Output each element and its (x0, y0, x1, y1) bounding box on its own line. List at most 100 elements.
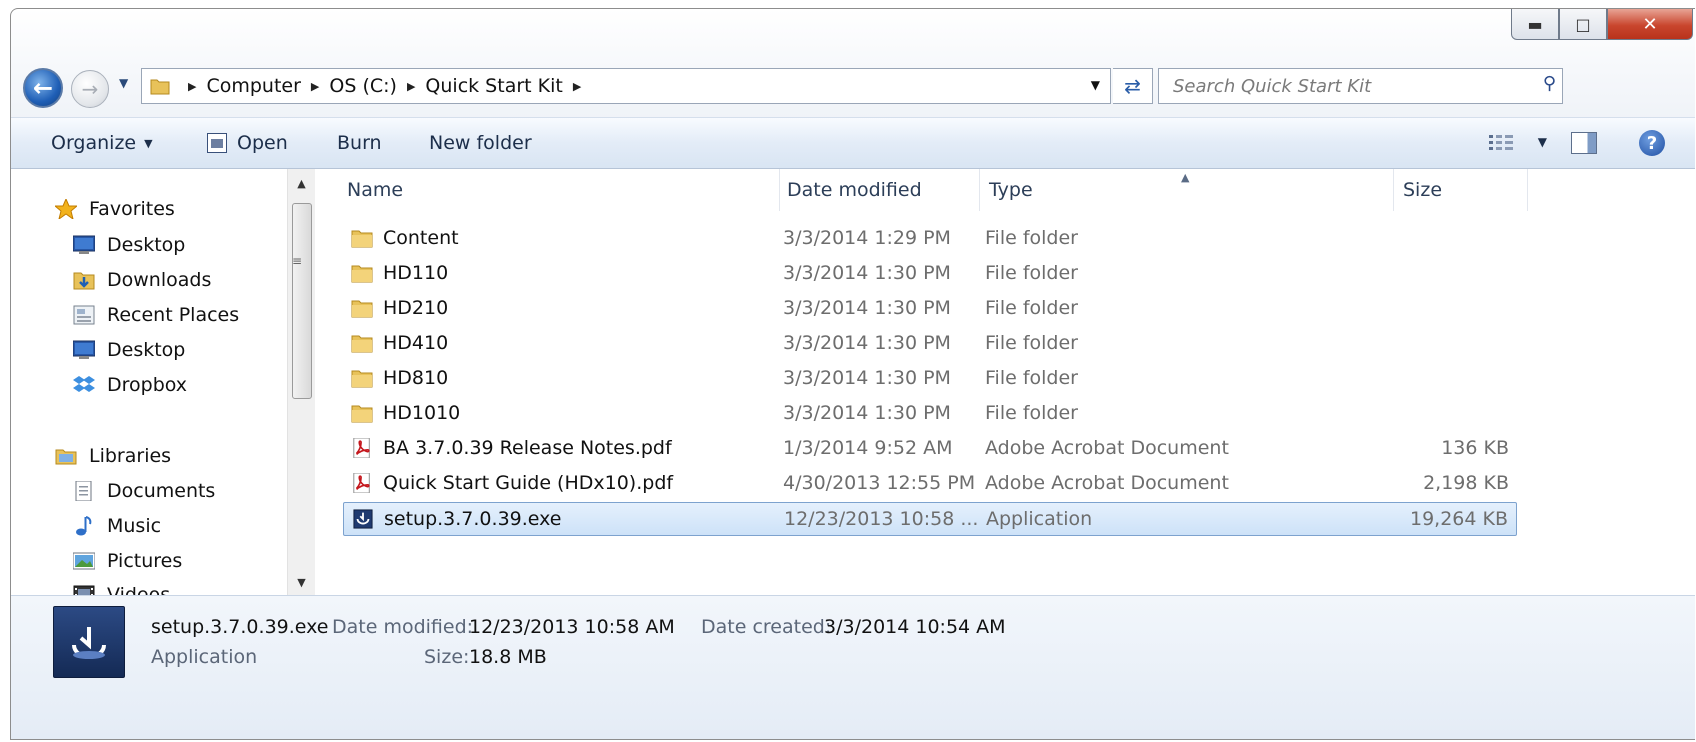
scroll-down-icon[interactable]: ▼ (288, 576, 315, 589)
view-options-icon[interactable] (1489, 134, 1515, 152)
preview-pane-icon[interactable] (1571, 132, 1597, 154)
forward-arrow-icon: → (81, 77, 99, 101)
navigation-scrollbar[interactable]: ▲ ≡ ▼ (287, 169, 315, 595)
address-history-dropdown[interactable]: ▼ (1091, 78, 1100, 92)
table-row[interactable]: HD210 3/3/2014 1:30 PM File folder (343, 292, 1517, 326)
breadcrumb-separator-icon[interactable]: ▶ (311, 80, 319, 93)
table-row[interactable]: HD410 3/3/2014 1:30 PM File folder (343, 327, 1517, 361)
close-icon: ✕ (1642, 13, 1658, 35)
forward-button[interactable]: → (71, 70, 109, 108)
breadcrumb: ▶ Computer ▶ OS (C:) ▶ Quick Start Kit ▶ (178, 75, 591, 97)
search-icon[interactable]: ⚲ (1543, 73, 1556, 94)
new-folder-button[interactable]: New folder (429, 132, 532, 154)
nav-item-libraries[interactable]: Libraries (55, 440, 171, 472)
nav-item-desktop-2[interactable]: Desktop (73, 334, 185, 366)
documents-icon (75, 481, 92, 501)
open-label: Open (237, 132, 288, 154)
nav-item-downloads[interactable]: Downloads (73, 264, 211, 296)
breadcrumb-separator-icon[interactable]: ▶ (573, 80, 581, 93)
explorer-window: ▬ □ ✕ ← → ▼ ▶ Computer ▶ OS (C:) ▶ Quick… (10, 8, 1695, 740)
table-row[interactable]: Quick Start Guide (HDx10).pdf 4/30/2013 … (343, 467, 1517, 501)
nav-item-label: Music (107, 515, 162, 537)
file-size: 2,198 KB (1423, 472, 1509, 494)
sort-ascending-icon: ▲ (1181, 171, 1190, 184)
file-date: 4/30/2013 12:55 PM (783, 472, 976, 494)
open-button[interactable]: Open (207, 132, 288, 154)
setup-app-icon (353, 509, 373, 529)
desktop-icon (73, 235, 95, 254)
file-type: File folder (985, 402, 1078, 424)
file-date: 3/3/2014 1:30 PM (783, 402, 951, 424)
nav-item-label: Recent Places (107, 304, 240, 326)
column-divider[interactable] (1527, 169, 1528, 211)
table-row-selected[interactable]: setup.3.7.0.39.exe 12/23/2013 10:58 ... … (343, 502, 1517, 536)
nav-item-favorites[interactable]: Favorites (55, 193, 175, 225)
pdf-icon (353, 473, 370, 493)
table-row[interactable]: HD110 3/3/2014 1:30 PM File folder (343, 257, 1517, 291)
nav-item-documents[interactable]: Documents (73, 475, 215, 507)
nav-item-recent-places[interactable]: Recent Places (73, 299, 239, 331)
column-header-name[interactable]: Name (315, 169, 779, 211)
breadcrumb-quick-start-kit[interactable]: Quick Start Kit (425, 75, 562, 97)
details-file-name: setup.3.7.0.39.exe (151, 616, 329, 638)
file-name: HD810 (383, 367, 449, 389)
new-folder-label: New folder (429, 132, 532, 154)
file-type: Adobe Acrobat Document (985, 437, 1229, 459)
nav-item-music[interactable]: Music (73, 510, 161, 542)
file-type: File folder (985, 297, 1078, 319)
search-input[interactable] (1171, 74, 1515, 98)
table-row[interactable]: HD810 3/3/2014 1:30 PM File folder (343, 362, 1517, 396)
recent-pages-button[interactable]: ▼ (119, 76, 128, 90)
nav-item-pictures[interactable]: Pictures (73, 545, 182, 577)
nav-item-desktop[interactable]: Desktop (73, 229, 185, 261)
folder-icon (150, 79, 170, 95)
table-row[interactable]: BA 3.7.0.39 Release Notes.pdf 1/3/2014 9… (343, 432, 1517, 466)
burn-label: Burn (337, 132, 382, 154)
scroll-up-icon[interactable]: ▲ (288, 177, 315, 190)
navigation-bar: ← → ▼ ▶ Computer ▶ OS (C:) ▶ Quick Start… (11, 64, 1695, 110)
nav-item-label: Favorites (89, 198, 175, 220)
table-row[interactable]: Content 3/3/2014 1:29 PM File folder (343, 222, 1517, 256)
chevron-down-icon: ▼ (119, 76, 129, 90)
file-type: Adobe Acrobat Document (985, 472, 1229, 494)
breadcrumb-os-c[interactable]: OS (C:) (329, 75, 397, 97)
breadcrumb-separator-icon[interactable]: ▶ (407, 80, 415, 93)
help-icon[interactable]: ? (1639, 130, 1665, 156)
maximize-button[interactable]: □ (1559, 9, 1607, 40)
chevron-down-icon: ▼ (1090, 78, 1100, 92)
column-label: Size (1403, 179, 1443, 201)
nav-item-label: Documents (107, 480, 216, 502)
nav-item-label: Downloads (107, 269, 212, 291)
minimize-button[interactable]: ▬ (1511, 9, 1559, 40)
nav-item-label: Videos (107, 584, 171, 595)
file-name: HD1010 (383, 402, 461, 424)
address-bar[interactable]: ▶ Computer ▶ OS (C:) ▶ Quick Start Kit ▶… (141, 68, 1111, 104)
file-date: 1/3/2014 9:52 AM (783, 437, 953, 459)
table-row[interactable]: HD1010 3/3/2014 1:30 PM File folder (343, 397, 1517, 431)
close-button[interactable]: ✕ (1607, 9, 1693, 40)
videos-icon (73, 585, 95, 595)
column-header-type[interactable]: Type (957, 169, 1377, 211)
column-label: Type (989, 179, 1033, 201)
breadcrumb-separator-icon[interactable]: ▶ (188, 80, 196, 93)
back-arrow-icon: ← (32, 74, 54, 102)
back-button[interactable]: ← (23, 68, 63, 108)
chevron-down-icon[interactable]: ▼ (1538, 135, 1547, 149)
file-date: 3/3/2014 1:30 PM (783, 367, 951, 389)
refresh-button[interactable]: ⇄ (1113, 68, 1153, 104)
nav-item-videos[interactable]: Videos (73, 579, 170, 595)
file-name: HD110 (383, 262, 449, 284)
file-date: 3/3/2014 1:30 PM (783, 297, 951, 319)
column-header-date[interactable]: Date modified (755, 169, 975, 211)
nav-item-dropbox[interactable]: Dropbox (73, 369, 187, 401)
organize-button[interactable]: Organize ▼ (51, 132, 153, 154)
setup-app-icon (53, 606, 125, 678)
star-icon (55, 199, 77, 219)
open-icon (207, 133, 227, 153)
burn-button[interactable]: Burn (337, 132, 382, 154)
column-header-size[interactable]: Size (1371, 169, 1531, 211)
breadcrumb-computer[interactable]: Computer (206, 75, 300, 97)
nav-item-label: Pictures (107, 550, 183, 572)
scrollbar-thumb[interactable] (292, 203, 312, 399)
recent-places-icon (73, 305, 95, 325)
